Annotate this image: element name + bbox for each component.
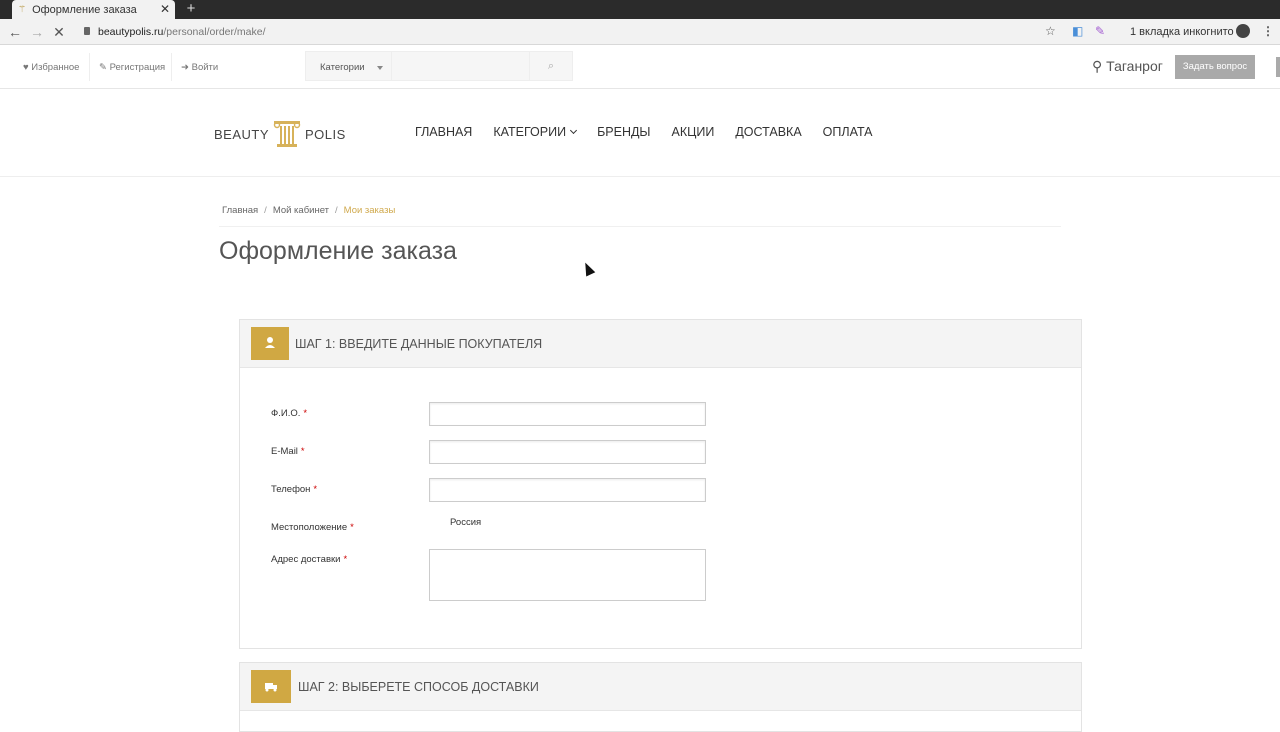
side-panel-tab[interactable]	[1276, 57, 1280, 77]
menu-kebab-icon[interactable]: ⋮	[1262, 24, 1274, 38]
login-link[interactable]: ➜ Войти	[181, 62, 218, 73]
tab-close-icon[interactable]: ✕	[160, 2, 170, 16]
divider	[219, 226, 1061, 227]
logo-text-left: BEAUTY	[214, 126, 270, 142]
url-field[interactable]: beautypolis.ru/personal/order/make/	[98, 26, 266, 38]
nav-categories[interactable]: КАТЕГОРИИ	[493, 125, 578, 139]
register-link[interactable]: ✎ Регистрация	[99, 62, 165, 73]
column-logo-icon	[272, 120, 302, 148]
divider	[171, 53, 172, 81]
step2-panel: ШАГ 2: ВЫБЕРЕТЕ СПОСОБ ДОСТАВКИ	[239, 662, 1082, 732]
site-header: BEAUTY POLIS ГЛАВНАЯ КАТЕГОРИИ БРЕНДЫ АК…	[0, 89, 1280, 177]
step1-panel: ШАГ 1: ВВЕДИТЕ ДАННЫЕ ПОКУПАТЕЛЯ Ф.И.О. *…	[239, 319, 1082, 649]
phone-label: Телефон *	[271, 484, 318, 495]
forward-icon[interactable]: →	[28, 23, 46, 41]
new-tab-icon[interactable]: +	[184, 0, 198, 19]
search-icon: ⌕	[547, 60, 555, 72]
map-marker-icon: ⚲	[1092, 58, 1103, 74]
nav-sales[interactable]: АКЦИИ	[672, 125, 715, 139]
site-logo[interactable]: BEAUTY POLIS	[214, 120, 346, 148]
tab-title: Оформление заказа	[32, 3, 137, 16]
bookmark-star-icon[interactable]: ☆	[1045, 24, 1056, 38]
sign-in-icon: ➜	[181, 62, 189, 73]
divider	[89, 53, 90, 81]
breadcrumb-separator: /	[264, 205, 267, 216]
breadcrumb-current[interactable]: Мои заказы	[344, 205, 396, 216]
step1-title: ШАГ 1: ВВЕДИТЕ ДАННЫЕ ПОКУПАТЕЛЯ	[295, 337, 543, 351]
fio-label: Ф.И.О. *	[271, 408, 308, 419]
browser-tab-strip: ⚚ Оформление заказа ✕ +	[0, 0, 1280, 19]
stop-loading-icon[interactable]: ✕	[50, 23, 68, 41]
nav-home[interactable]: ГЛАВНАЯ	[415, 125, 472, 139]
phone-field[interactable]	[429, 478, 706, 502]
breadcrumb-home[interactable]: Главная	[222, 205, 258, 216]
heart-icon: ♥	[23, 62, 29, 73]
site-top-bar: ♥ Избранное ✎ Регистрация ➜ Войти Катего…	[0, 45, 1280, 89]
logo-text-right: POLIS	[305, 126, 346, 142]
site-favicon-icon: ⚚	[18, 4, 27, 14]
address-label: Адрес доставки *	[271, 554, 348, 565]
browser-tab[interactable]: ⚚ Оформление заказа ✕	[12, 0, 175, 19]
nav-brands[interactable]: БРЕНДЫ	[597, 125, 650, 139]
mouse-cursor-icon	[580, 260, 596, 277]
nav-payment[interactable]: ОПЛАТА	[823, 125, 873, 139]
key-icon: ✎	[99, 62, 107, 73]
main-nav: ГЛАВНАЯ КАТЕГОРИИ БРЕНДЫ АКЦИИ ДОСТАВКА …	[415, 125, 873, 139]
location-value[interactable]: Россия	[450, 517, 481, 528]
fio-field[interactable]	[429, 402, 706, 426]
breadcrumb-separator: /	[335, 205, 338, 216]
breadcrumb: Главная / Мой кабинет / Мои заказы	[222, 205, 395, 216]
step2-header[interactable]: ШАГ 2: ВЫБЕРЕТЕ СПОСОБ ДОСТАВКИ	[240, 663, 1081, 711]
incognito-icon[interactable]	[1236, 24, 1250, 38]
step2-title: ШАГ 2: ВЫБЕРЕТЕ СПОСОБ ДОСТАВКИ	[298, 680, 539, 694]
page-title: Оформление заказа	[219, 237, 457, 265]
address-textarea[interactable]	[429, 549, 706, 601]
address-bar-row: ← → ✕ beautypolis.ru/personal/order/make…	[0, 19, 1280, 45]
search-input[interactable]	[392, 51, 530, 81]
chevron-down-icon	[377, 66, 383, 70]
chevron-down-icon	[570, 126, 578, 135]
ask-question-button[interactable]: Задать вопрос	[1175, 55, 1255, 79]
search-button[interactable]: ⌕	[530, 51, 573, 81]
category-select[interactable]: Категории	[305, 51, 392, 81]
back-icon[interactable]: ←	[6, 23, 24, 41]
nav-delivery[interactable]: ДОСТАВКА	[735, 125, 801, 139]
breadcrumb-cabinet[interactable]: Мой кабинет	[273, 205, 329, 216]
incognito-label: 1 вкладка инкогнито	[1130, 26, 1234, 38]
favorites-link[interactable]: ♥ Избранное	[23, 62, 79, 73]
location-label: Местоположение *	[271, 522, 354, 533]
lock-icon	[84, 27, 90, 35]
email-field[interactable]	[429, 440, 706, 464]
truck-icon	[251, 670, 291, 703]
extension-icon[interactable]: ◧	[1072, 24, 1083, 38]
city-selector[interactable]: ⚲ Таганрог	[1092, 58, 1163, 75]
pen-extension-icon[interactable]: ✎	[1095, 24, 1105, 38]
email-label: E-Mail *	[271, 446, 305, 457]
step1-header[interactable]: ШАГ 1: ВВЕДИТЕ ДАННЫЕ ПОКУПАТЕЛЯ	[240, 320, 1081, 368]
user-icon	[251, 327, 289, 360]
